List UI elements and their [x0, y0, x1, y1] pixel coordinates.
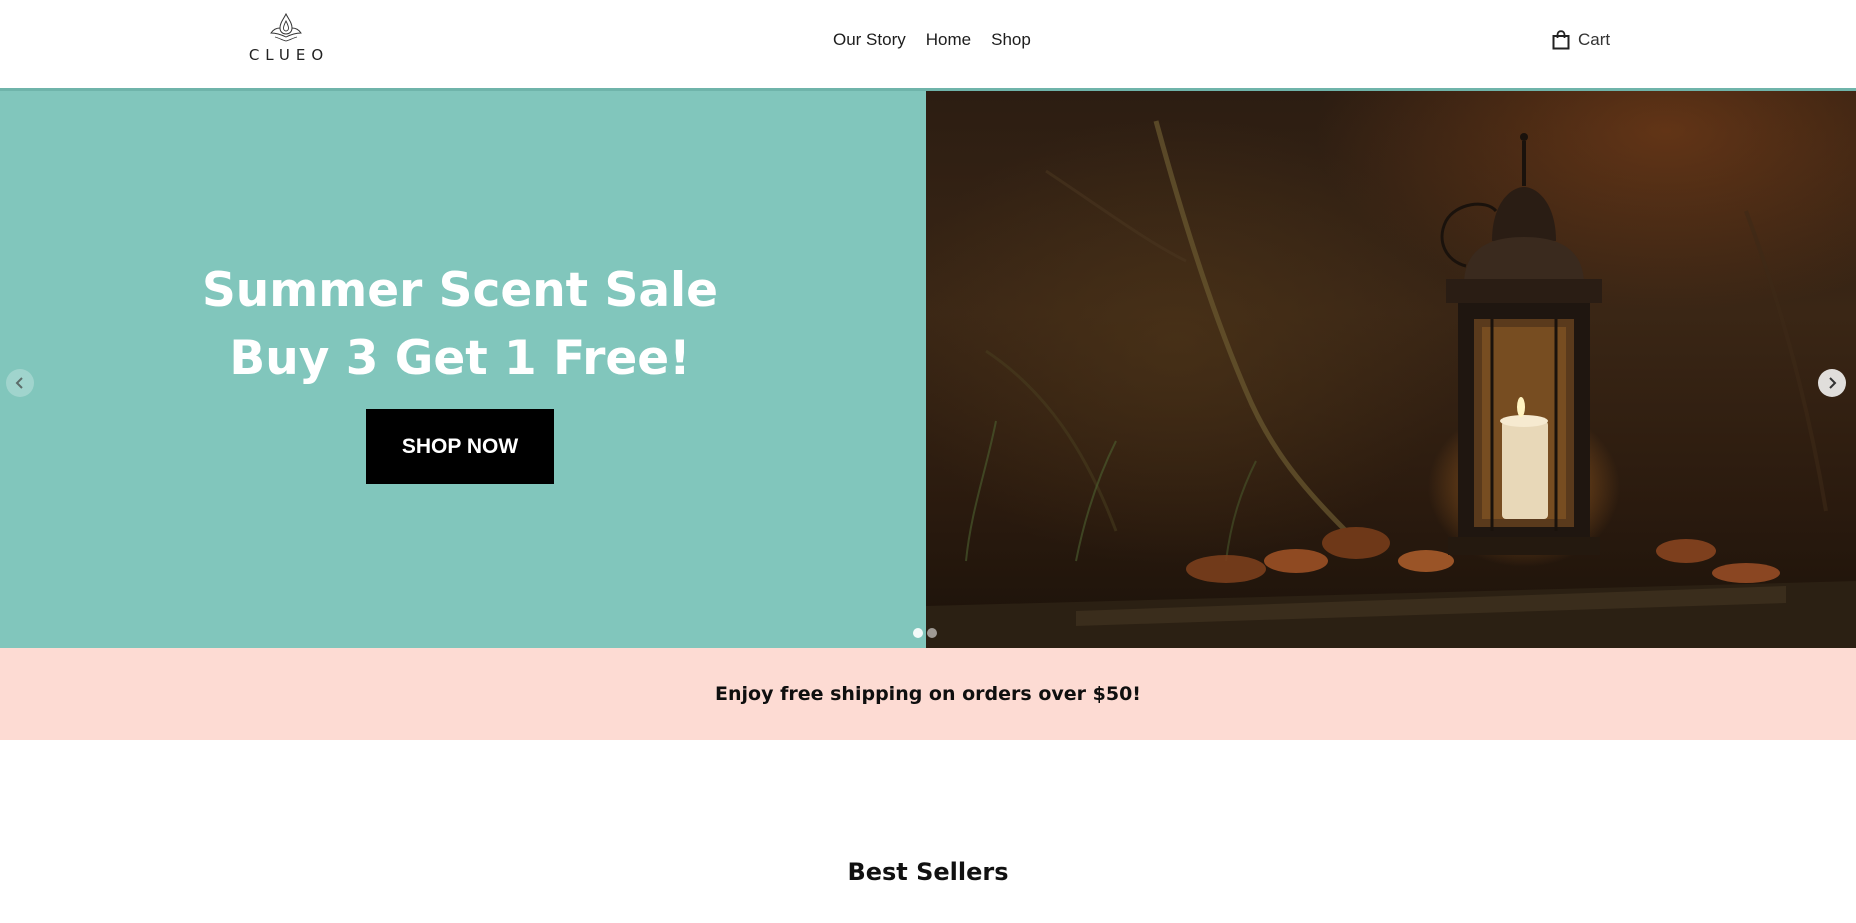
- brand-wordmark: CLUEO: [248, 46, 330, 64]
- slide-prev-button[interactable]: [6, 369, 34, 397]
- main-nav: Our Story Home Shop: [833, 30, 1031, 50]
- announcement-text: Enjoy free shipping on orders over $50!: [715, 683, 1141, 705]
- hero-title-line-2: Buy 3 Get 1 Free!: [229, 331, 691, 386]
- brand-logo[interactable]: CLUEO: [248, 12, 324, 70]
- nav-item-home[interactable]: Home: [926, 30, 971, 50]
- hero-lantern-image: [926, 91, 1856, 648]
- hero-slideshow: Summer Scent Sale Buy 3 Get 1 Free! SHOP…: [0, 91, 1856, 648]
- nav-item-shop[interactable]: Shop: [991, 30, 1031, 50]
- chevron-right-icon: [1829, 377, 1837, 389]
- hero-text-panel: Summer Scent Sale Buy 3 Get 1 Free! SHOP…: [0, 91, 926, 648]
- slide-dot-1[interactable]: [913, 628, 923, 638]
- site-header: CLUEO Our Story Home Shop Cart: [0, 0, 1856, 88]
- chevron-left-icon: [15, 377, 23, 389]
- slide-next-button[interactable]: [1818, 369, 1846, 397]
- hero-title-line-1: Summer Scent Sale: [201, 263, 719, 318]
- announcement-bar: Enjoy free shipping on orders over $50!: [0, 648, 1856, 740]
- shop-now-button[interactable]: SHOP NOW: [366, 409, 554, 484]
- lantern-scene-illustration: [926, 120, 1856, 648]
- nav-item-our-story[interactable]: Our Story: [833, 30, 906, 50]
- cart-label: Cart: [1578, 30, 1611, 49]
- slide-dot-2[interactable]: [927, 628, 937, 638]
- cart-link[interactable]: Cart: [1552, 30, 1610, 50]
- slide-dots: [913, 628, 937, 638]
- best-sellers-heading: Best Sellers: [847, 858, 1009, 886]
- lotus-drop-icon: [270, 12, 302, 42]
- shopping-bag-icon: [1552, 30, 1570, 50]
